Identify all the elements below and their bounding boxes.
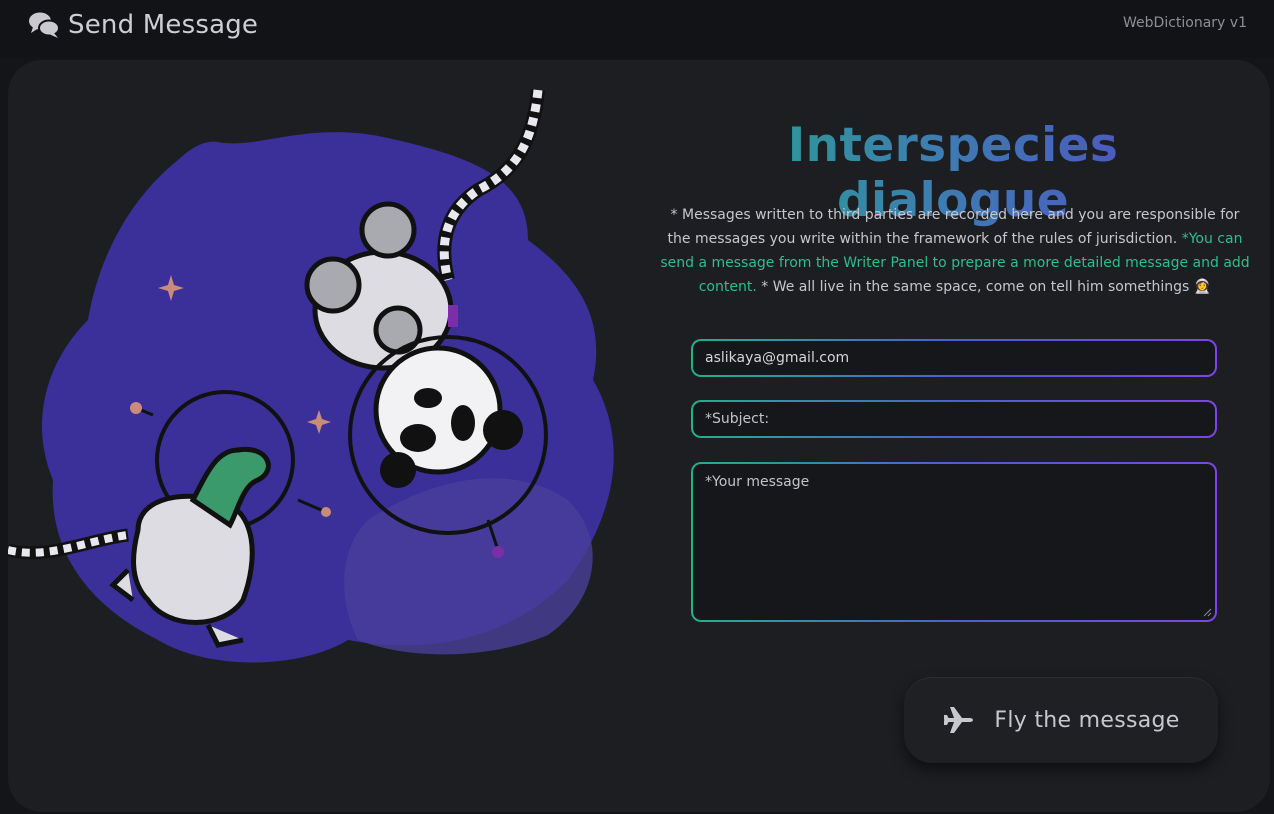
page-title: Send Message	[68, 10, 259, 40]
astronaut-illustration	[8, 89, 614, 663]
message-field-wrapper	[691, 462, 1217, 622]
subject-field-wrapper	[691, 400, 1217, 438]
send-button-label: Fly the message	[994, 707, 1180, 733]
message-panel: Interspecies dialogue * Messages written…	[8, 60, 1270, 812]
notice-part-2: * We all live in the same space, come on…	[756, 279, 1212, 295]
send-message-button[interactable]: Fly the message	[904, 677, 1218, 763]
notice-text: * Messages written to third parties are …	[660, 203, 1250, 299]
message-textarea[interactable]	[693, 464, 1215, 620]
resize-grip-icon[interactable]	[1203, 608, 1212, 617]
top-bar: Send Message WebDictionary v1	[0, 0, 1274, 58]
email-field[interactable]	[693, 341, 1215, 375]
email-field-wrapper	[691, 339, 1217, 377]
version-label: WebDictionary v1	[1123, 15, 1247, 31]
airplane-icon	[944, 707, 974, 733]
subject-field[interactable]	[693, 402, 1215, 436]
brand: Send Message	[28, 10, 258, 40]
chat-bubbles-icon	[29, 12, 60, 38]
notice-part-1: * Messages written to third parties are …	[667, 207, 1240, 247]
